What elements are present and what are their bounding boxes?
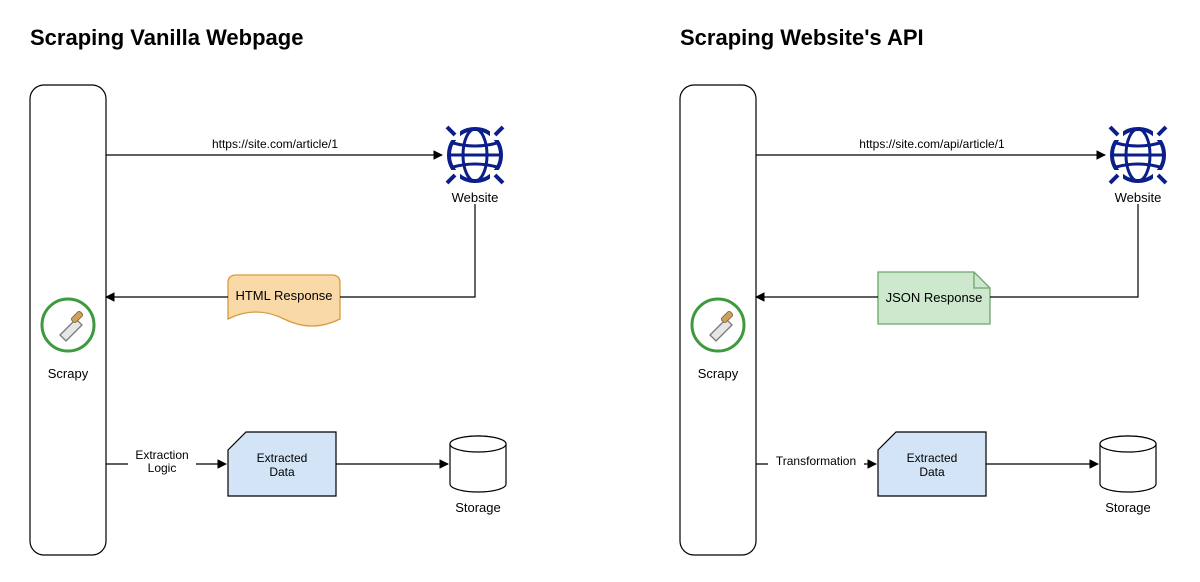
storage-label: Storage <box>1105 500 1151 515</box>
scrapy-circle <box>692 299 744 351</box>
request-url: https://site.com/api/article/1 <box>859 137 1005 151</box>
transformation-edge-label: Transformation <box>776 454 856 468</box>
website-to-response-arrow <box>990 204 1138 297</box>
left-title: Scraping Vanilla Webpage <box>30 25 303 50</box>
extraction-edge-label-1: Extraction <box>135 448 188 462</box>
globe-icon <box>1105 122 1171 188</box>
html-response-label: HTML Response <box>235 288 332 303</box>
extracted-data-label-2: Data <box>919 465 945 479</box>
extracted-data-label-2: Data <box>269 465 295 479</box>
request-url: https://site.com/article/1 <box>212 137 338 151</box>
storage-label: Storage <box>455 500 501 515</box>
scrapy-label: Scrapy <box>698 366 739 381</box>
globe-icon <box>442 122 508 188</box>
storage-node <box>1100 436 1156 492</box>
right-diagram: Scraping Website's API Scrapy Website ht… <box>680 25 1171 555</box>
extracted-data-label-1: Extracted <box>257 451 308 465</box>
scrapy-label: Scrapy <box>48 366 89 381</box>
json-response-label: JSON Response <box>886 290 983 305</box>
extraction-edge-label-2: Logic <box>148 461 177 475</box>
scrapy-circle <box>42 299 94 351</box>
website-to-response-arrow <box>340 204 475 297</box>
website-label: Website <box>452 190 499 205</box>
website-label: Website <box>1115 190 1162 205</box>
storage-node <box>450 436 506 492</box>
right-title: Scraping Website's API <box>680 25 924 50</box>
extracted-data-label-1: Extracted <box>907 451 958 465</box>
left-diagram: Scraping Vanilla Webpage Scrapy Website … <box>30 25 508 555</box>
